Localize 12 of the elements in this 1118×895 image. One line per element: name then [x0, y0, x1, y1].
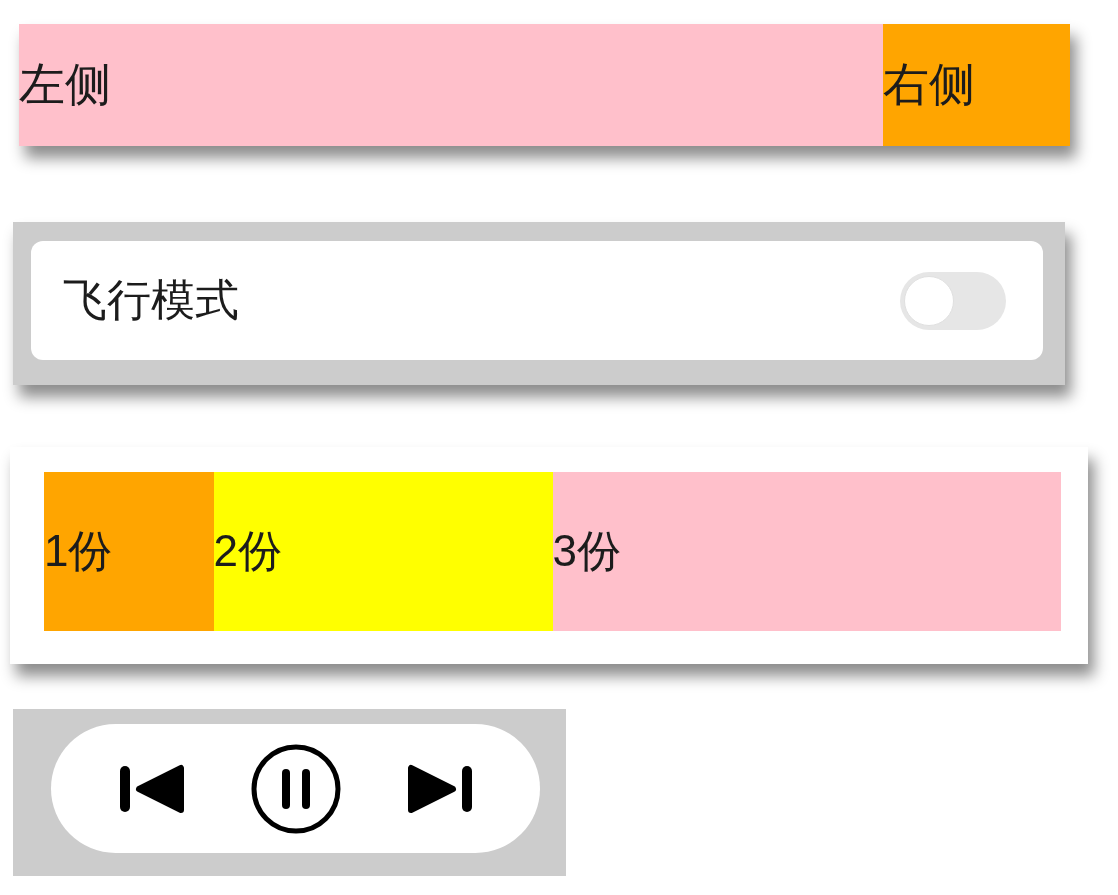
- segment-label: 3份: [552, 525, 621, 578]
- skip-previous-icon: [118, 762, 185, 815]
- segment-label: 2份: [213, 525, 282, 578]
- segment-label: 右侧: [883, 57, 975, 113]
- next-button[interactable]: [406, 762, 473, 815]
- pause-circle-icon: [250, 743, 341, 834]
- segment-label: 1份: [44, 525, 113, 578]
- pause-button[interactable]: [250, 743, 341, 834]
- skip-next-icon: [406, 762, 473, 815]
- segment-label: 左侧: [19, 57, 111, 113]
- previous-button[interactable]: [118, 762, 185, 815]
- setting-label: 飞行模式: [63, 274, 239, 327]
